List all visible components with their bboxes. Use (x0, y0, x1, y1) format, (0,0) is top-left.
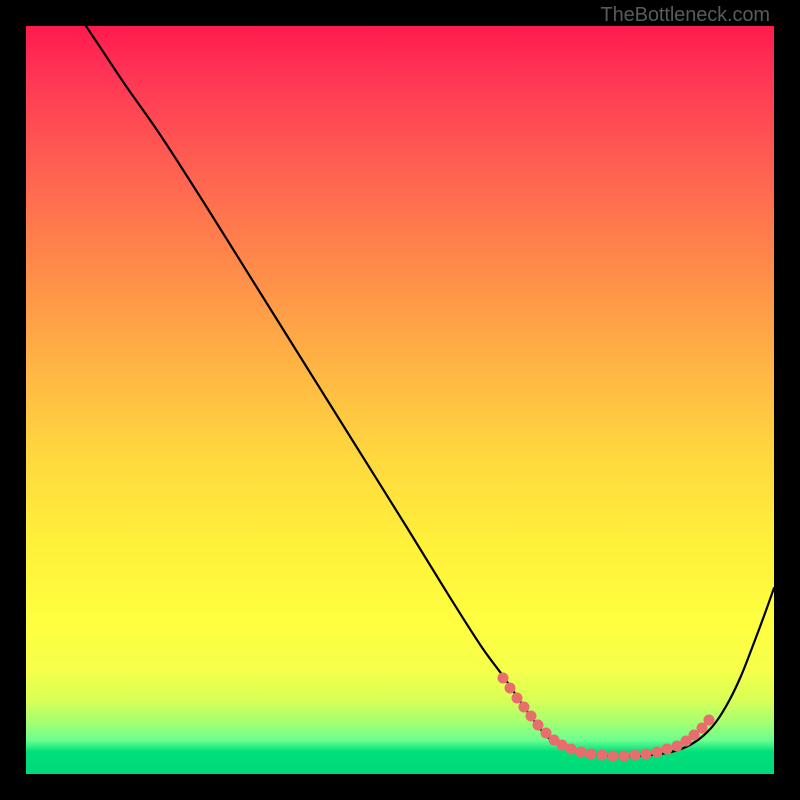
marker-dot (526, 711, 537, 722)
marker-dot (704, 715, 715, 726)
marker-dot (498, 673, 509, 684)
chart-svg (26, 26, 774, 774)
marker-dot (597, 750, 608, 761)
marker-dot (505, 683, 516, 694)
marker-dot (566, 744, 577, 755)
curve-line (86, 26, 774, 756)
plot-area (26, 26, 774, 774)
marker-dot (586, 749, 597, 760)
marker-dot (619, 751, 630, 762)
marker-dot (519, 702, 530, 713)
marker-dot (608, 751, 619, 762)
chart-frame: TheBottleneck.com (0, 0, 800, 800)
marker-dot (662, 744, 673, 755)
markers-group (498, 673, 715, 762)
marker-dot (512, 693, 523, 704)
marker-dot (533, 720, 544, 731)
marker-dot (652, 747, 663, 758)
marker-dot (630, 750, 641, 761)
marker-dot (641, 749, 652, 760)
watermark-label: TheBottleneck.com (601, 4, 771, 27)
marker-dot (576, 747, 587, 758)
